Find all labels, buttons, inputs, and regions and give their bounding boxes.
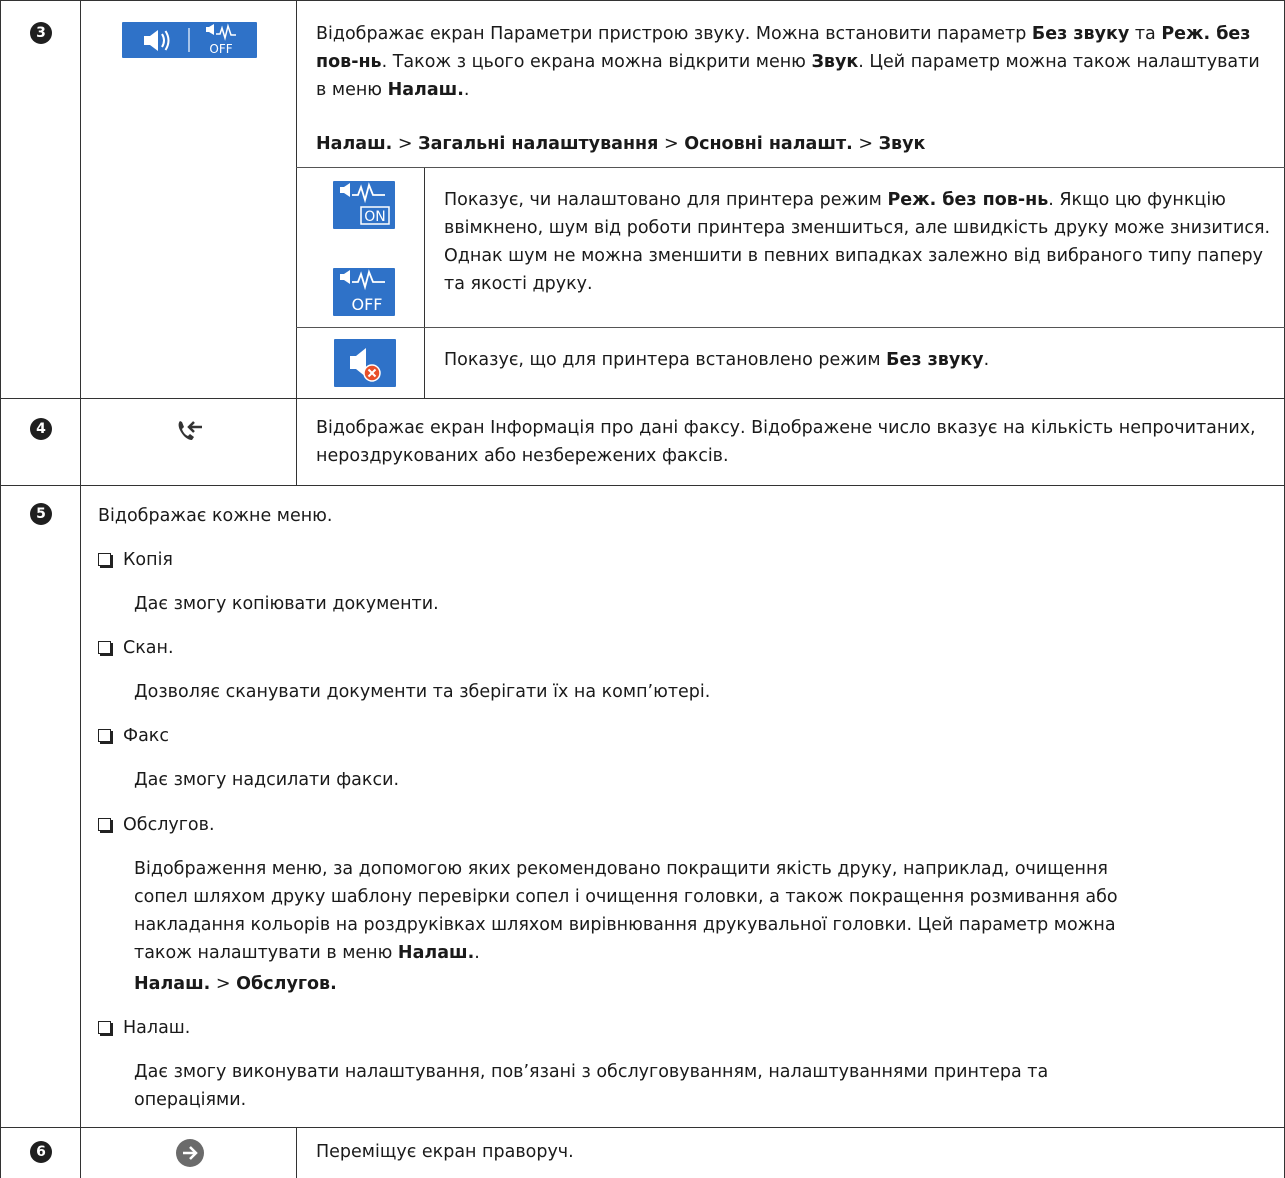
r6-desc-text: Переміщує екран праворуч. xyxy=(316,1142,574,1162)
maint-desc-text: . xyxy=(474,943,480,963)
r3-desc-text: та xyxy=(1129,24,1162,44)
quiet-mode-off-icon: OFF xyxy=(206,23,236,56)
col-sep-number xyxy=(80,0,81,1178)
path-separator: > xyxy=(663,134,679,154)
r3-menu-path: Налаш. > Загальні налаштування > Основні… xyxy=(316,130,1266,158)
r3-sub2-description: Показує, що для принтера встановлено реж… xyxy=(444,346,1279,374)
path-item: Налаш. xyxy=(316,134,393,154)
sub2-text: Показує, що для принтера встановлено реж… xyxy=(444,350,887,370)
svg-text:ON: ON xyxy=(364,209,386,225)
subtable-mid xyxy=(296,327,1285,328)
menu-item-label: Налаш. xyxy=(123,1018,191,1038)
menu-list-item: Обслугов. xyxy=(98,811,215,839)
checkbox-bullet-icon xyxy=(98,553,111,566)
arrow-right-icon[interactable] xyxy=(175,1138,205,1168)
checkbox-bullet-icon xyxy=(98,729,111,742)
path-item: Загальні налаштування xyxy=(418,134,659,154)
r4-description: Відображає екран Інформація про дані фак… xyxy=(316,414,1266,470)
checkbox-bullet-icon xyxy=(98,1021,111,1034)
menu-list-item: Скан. xyxy=(98,634,174,662)
sub2-text: . xyxy=(983,350,990,370)
path-item: Основні налашт. xyxy=(684,134,853,154)
quiet-mode-on-icon: ON xyxy=(333,181,395,229)
r3-desc-text: Відображає екран Параметри пристрою звук… xyxy=(316,24,1032,44)
row-sep-5-6 xyxy=(0,1127,1285,1128)
r3-desc-bold-settings: Налаш. xyxy=(387,80,464,100)
col-sep-subtable xyxy=(424,167,425,398)
path-separator: > xyxy=(858,134,873,154)
path-item: Обслугов. xyxy=(236,974,337,994)
menu-item-label: Скан. xyxy=(123,638,174,658)
menu-item-desc: Дає змогу виконувати налаштування, пов’я… xyxy=(134,1058,1144,1114)
quiet-mode-off-icon: OFF xyxy=(333,268,395,316)
menu-item-desc: Відображення меню, за допомогою яких рек… xyxy=(134,855,1134,967)
row-sep-4-5 xyxy=(0,485,1285,486)
row-top-border xyxy=(0,0,1285,1)
fax-incoming-icon[interactable] xyxy=(176,418,206,444)
row-number-5: 5 xyxy=(30,503,52,525)
table-border-left xyxy=(0,0,1,1178)
path-item: Звук xyxy=(878,134,926,154)
settings-desc-text: Дає змогу виконувати налаштування, пов’я… xyxy=(134,1062,1049,1110)
col-sep-r4 xyxy=(296,398,297,485)
speaker-icon: OFF xyxy=(144,23,236,56)
row-sep-3-4 xyxy=(0,398,1285,399)
menu-item-desc: Дає змогу копіювати документи. xyxy=(134,594,439,614)
checkbox-bullet-icon xyxy=(98,641,111,654)
menu-item-desc: Дозволяє сканувати документи та зберігат… xyxy=(134,682,711,702)
sub1-text: Показує, чи налаштовано для принтера реж… xyxy=(444,190,888,210)
r6-description: Переміщує екран праворуч. xyxy=(316,1138,574,1166)
col-sep-r6 xyxy=(296,1127,297,1178)
menu-list-item: Факс xyxy=(98,722,169,750)
row-number-3: 3 xyxy=(30,22,52,44)
r3-desc-bold-mute: Без звуку xyxy=(1031,24,1130,44)
r5-intro: Відображає кожне меню. xyxy=(98,506,333,526)
sub1-bold: Реж. без пов-нь xyxy=(887,190,1049,210)
menu-item-label: Копія xyxy=(123,550,173,570)
path-separator: > xyxy=(215,974,231,994)
sound-settings-icon[interactable]: OFF xyxy=(122,22,257,58)
r3-desc-text: . xyxy=(463,80,470,100)
r3-desc-bold-sound: Звук xyxy=(811,52,859,72)
sub2-bold: Без звуку xyxy=(886,350,984,370)
checkbox-bullet-icon xyxy=(98,818,111,831)
row-number-6: 6 xyxy=(30,1141,52,1163)
menu-list-item: Копія xyxy=(98,546,173,574)
menu-item-label: Факс xyxy=(123,726,169,746)
subtable-top xyxy=(296,167,1285,168)
maint-desc-bold: Налаш. xyxy=(397,943,475,963)
menu-item-label: Обслугов. xyxy=(123,815,215,835)
r4-desc-text: Відображає екран Інформація про дані фак… xyxy=(316,418,1256,466)
r3-description: Відображає екран Параметри пристрою звук… xyxy=(316,20,1266,104)
row-number-4: 4 xyxy=(30,418,52,440)
r3-sub1-description: Показує, чи налаштовано для принтера реж… xyxy=(444,186,1279,298)
svg-text:OFF: OFF xyxy=(209,42,232,56)
col-sep-r3 xyxy=(296,0,297,398)
path-separator: > xyxy=(397,134,413,154)
menu-list-item: Налаш. xyxy=(98,1014,190,1042)
r3-desc-text: . Також з цього екрана можна відкрити ме… xyxy=(381,52,812,72)
path-item: Налаш. xyxy=(134,974,211,994)
mute-icon xyxy=(334,339,396,387)
menu-item-desc: Дає змогу надсилати факси. xyxy=(134,770,400,790)
maint-menu-path: Налаш. > Обслугов. xyxy=(134,970,337,998)
maint-desc-text: Відображення меню, за допомогою яких рек… xyxy=(134,859,1118,963)
svg-text:OFF: OFF xyxy=(352,295,383,314)
